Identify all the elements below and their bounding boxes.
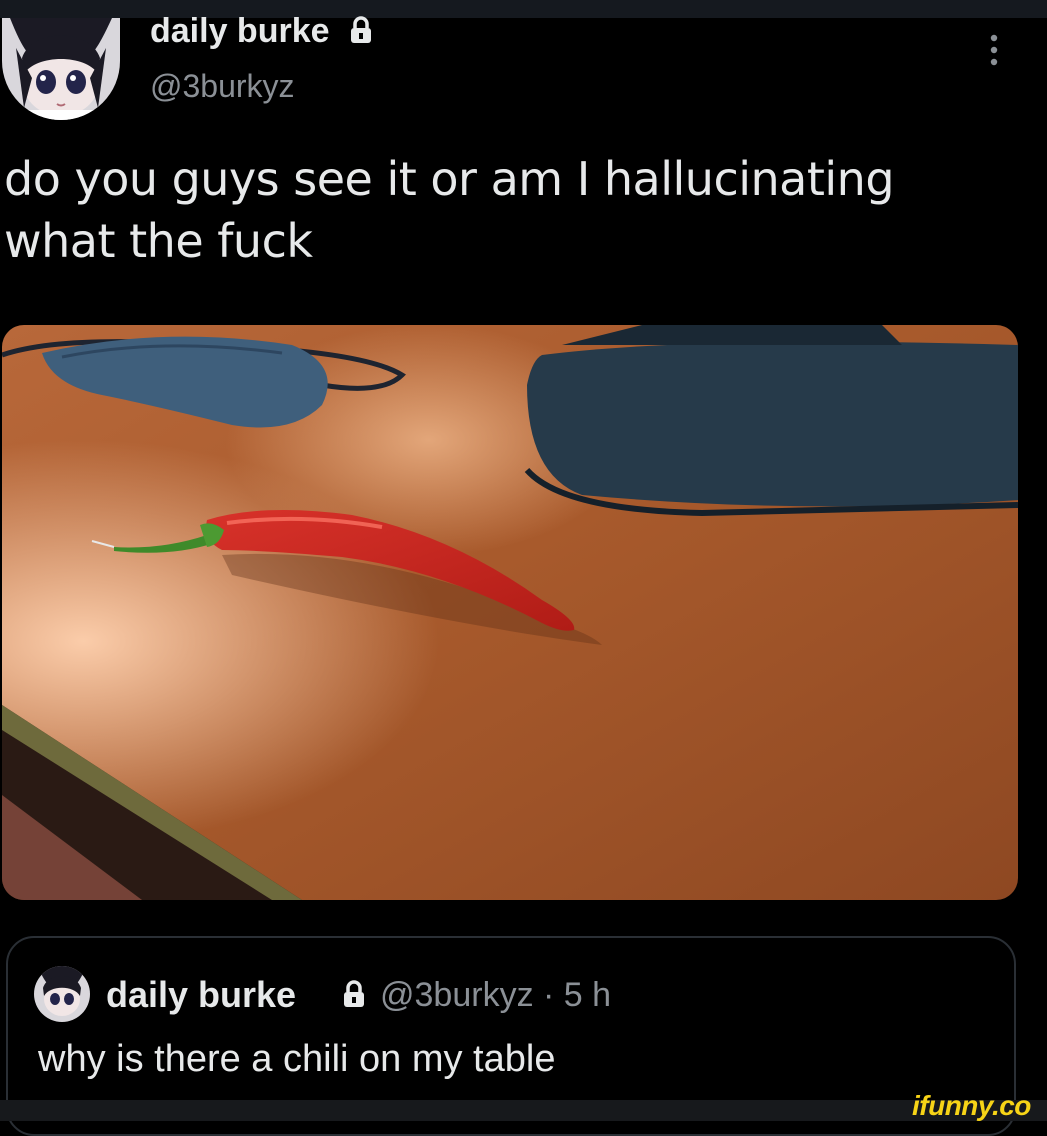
more-vertical-icon[interactable]: [984, 32, 1004, 72]
ifunny-watermark: ifunny.co: [912, 1090, 1031, 1121]
tweet-media-image[interactable]: [2, 325, 1018, 900]
tweet-text: do you guys see it or am I hallucinating…: [4, 148, 1004, 272]
avatar[interactable]: [2, 18, 120, 120]
display-name[interactable]: daily burke: [150, 12, 373, 53]
user-handle[interactable]: @3burkyz: [150, 68, 295, 105]
quote-text: why is there a chili on my table: [38, 1038, 556, 1080]
quote-handle-time[interactable]: @3burkyz · 5 h: [380, 976, 611, 1015]
tweet-text-line: what the fuck: [4, 214, 313, 268]
tweet-text-line: do you guys see it or am I hallucinating: [4, 152, 895, 206]
display-name-text: daily burke: [150, 12, 330, 50]
quote-display-name[interactable]: daily burke: [106, 974, 296, 1016]
quote-avatar[interactable]: [34, 966, 90, 1022]
lock-icon: [342, 980, 366, 1012]
lock-icon: [349, 14, 373, 53]
bottom-bar: [0, 1100, 1047, 1121]
